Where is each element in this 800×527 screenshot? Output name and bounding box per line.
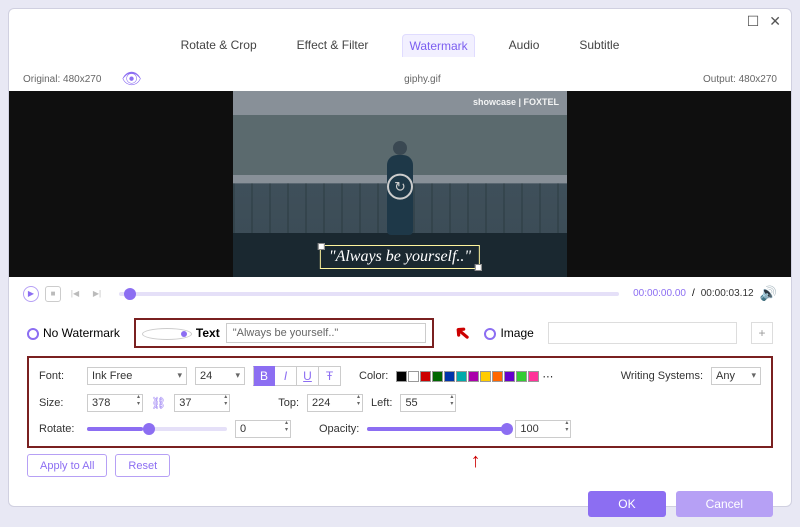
left-stepper[interactable]: 55	[400, 394, 456, 412]
titlebar: ☐ ✕	[9, 9, 791, 30]
dialog-footer: OK Cancel	[9, 483, 791, 527]
tab-watermark[interactable]: Watermark	[402, 34, 474, 57]
watermark-text-input[interactable]	[226, 323, 426, 343]
tab-bar: Rotate & Crop Effect & Filter Watermark …	[9, 30, 791, 67]
color-label: Color:	[359, 370, 388, 382]
bold-button[interactable]: B	[253, 366, 275, 386]
ok-button[interactable]: OK	[588, 491, 665, 517]
maximize-icon[interactable]: ☐	[747, 13, 760, 30]
color-swatch[interactable]	[504, 371, 515, 382]
text-watermark-group: Text	[134, 318, 434, 348]
reset-button[interactable]: Reset	[115, 454, 170, 477]
color-swatch[interactable]	[396, 371, 407, 382]
font-size-select[interactable]: 24	[195, 367, 245, 385]
annotation-arrow-up: ↑	[178, 450, 773, 473]
font-label: Font:	[39, 370, 79, 382]
writing-systems-select[interactable]: Any	[711, 367, 761, 385]
watermark-overlay[interactable]: "Always be yourself.."	[320, 245, 480, 269]
color-swatch[interactable]	[420, 371, 431, 382]
font-select[interactable]: Ink Free	[87, 367, 187, 385]
opacity-label: Opacity:	[319, 423, 359, 435]
color-swatch[interactable]	[492, 371, 503, 382]
app-window: ☐ ✕ Rotate & Crop Effect & Filter Waterm…	[8, 8, 792, 507]
time-current: 00:00:00.00	[633, 288, 686, 299]
color-swatch[interactable]	[444, 371, 455, 382]
opacity-slider[interactable]	[367, 427, 507, 431]
rotate-label: Rotate:	[39, 423, 79, 435]
color-swatch[interactable]	[456, 371, 467, 382]
panel-actions: Apply to All Reset ↑	[9, 448, 791, 483]
underline-button[interactable]: U	[297, 366, 319, 386]
next-icon[interactable]: ▶|	[89, 286, 105, 302]
watermark-type-row: No Watermark Text ➜ Image +	[9, 310, 791, 356]
radio-image[interactable]: Image	[484, 326, 533, 340]
color-swatch[interactable]	[408, 371, 419, 382]
top-label: Top:	[278, 397, 299, 409]
strike-button[interactable]: Ŧ	[319, 366, 341, 386]
tab-effect-filter[interactable]: Effect & Filter	[291, 34, 375, 57]
visibility-icon[interactable]: 👁	[121, 69, 141, 89]
rotate-slider[interactable]	[87, 427, 227, 431]
time-total: 00:00:03.12	[701, 288, 754, 299]
prev-icon[interactable]: |◀	[67, 286, 83, 302]
radio-text[interactable]: Text	[142, 326, 220, 340]
close-icon[interactable]: ✕	[769, 13, 781, 30]
image-path-input[interactable]	[548, 322, 737, 344]
width-stepper[interactable]: 378	[87, 394, 143, 412]
seek-slider[interactable]	[119, 292, 619, 296]
tab-rotate-crop[interactable]: Rotate & Crop	[175, 34, 263, 57]
info-bar: Original: 480x270 👁 giphy.gif Output: 48…	[9, 67, 791, 91]
apply-to-all-button[interactable]: Apply to All	[27, 454, 107, 477]
file-title: giphy.gif	[404, 74, 441, 85]
loop-icon[interactable]: ↻	[387, 174, 413, 200]
opacity-stepper[interactable]: 100	[515, 420, 571, 438]
rotate-stepper[interactable]: 0	[235, 420, 291, 438]
stop-icon[interactable]: ■	[45, 286, 61, 302]
size-label: Size:	[39, 397, 79, 409]
tab-audio[interactable]: Audio	[503, 34, 546, 57]
link-icon[interactable]: ⛓	[151, 396, 166, 410]
radio-no-watermark[interactable]: No Watermark	[27, 326, 120, 340]
video-brand-overlay: showcase | FOXTEL	[473, 97, 559, 107]
volume-icon[interactable]: 🔊	[760, 285, 777, 302]
color-swatches[interactable]: ⋯	[396, 370, 553, 383]
output-size-label: Output: 480x270	[703, 74, 777, 85]
color-swatch[interactable]	[516, 371, 527, 382]
video-preview: showcase | FOXTEL ↻ "Always be yourself.…	[9, 91, 791, 277]
color-swatch[interactable]	[480, 371, 491, 382]
top-stepper[interactable]: 224	[307, 394, 363, 412]
add-image-button[interactable]: +	[751, 322, 773, 344]
italic-button[interactable]: I	[275, 366, 297, 386]
writing-systems-label: Writing Systems:	[621, 370, 703, 382]
tab-subtitle[interactable]: Subtitle	[573, 34, 625, 57]
height-stepper[interactable]: 37	[174, 394, 230, 412]
left-label: Left:	[371, 397, 392, 409]
original-size-label: Original: 480x270	[23, 74, 101, 85]
color-swatch[interactable]	[468, 371, 479, 382]
color-swatch[interactable]	[432, 371, 443, 382]
text-style-panel: Font: Ink Free 24 B I U Ŧ Color: ⋯ Writi…	[27, 356, 773, 448]
playback-bar: ▶ ■ |◀ ▶| 00:00:00.00/00:00:03.12 🔊	[9, 277, 791, 310]
cancel-button[interactable]: Cancel	[676, 491, 773, 517]
color-swatch[interactable]	[528, 371, 539, 382]
play-icon[interactable]: ▶	[23, 286, 39, 302]
more-colors-icon[interactable]: ⋯	[542, 370, 553, 383]
video-frame[interactable]: showcase | FOXTEL ↻ "Always be yourself.…	[233, 91, 567, 277]
format-group: B I U Ŧ	[253, 366, 341, 386]
